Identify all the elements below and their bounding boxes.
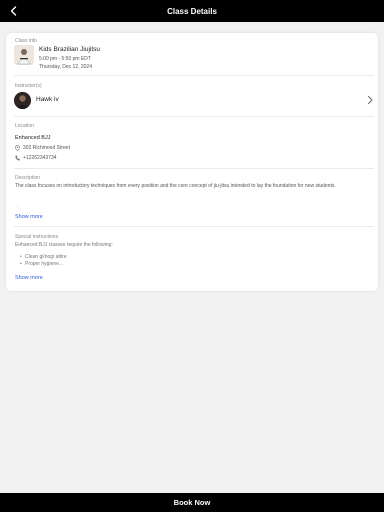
location-phone[interactable]: +12262343734 <box>15 155 57 161</box>
special-instructions-label: Special instructions <box>15 234 59 240</box>
page-title: Class Details <box>167 6 217 16</box>
address-text: 303 Richmond Street <box>23 145 70 151</box>
chevron-left-icon <box>10 6 16 16</box>
avatar <box>14 92 31 109</box>
class-name: Kids Brazilian Jiujitsu <box>39 46 101 53</box>
instructor-name: Hawk iv <box>36 96 59 103</box>
back-button[interactable] <box>6 3 20 19</box>
class-time: 5:00 pm - 5:50 pm EDT <box>39 56 91 62</box>
description-show-more-link[interactable]: Show more <box>15 214 43 220</box>
class-date: Thursday, Dec 12, 2024 <box>39 64 92 70</box>
list-item: Clean gi/nogi attire <box>20 254 67 261</box>
divider <box>14 116 374 117</box>
special-instructions-list: Clean gi/nogi attire Proper hygiene... <box>20 254 67 268</box>
instructor-row[interactable]: Hawk iv <box>14 91 374 109</box>
phone-icon <box>15 155 20 161</box>
location-address: 303 Richmond Street <box>15 145 70 151</box>
list-item: Proper hygiene... <box>20 261 67 268</box>
chevron-right-icon <box>368 96 373 104</box>
divider <box>14 75 374 76</box>
class-thumbnail <box>14 45 34 65</box>
class-details-card: Class info Kids Brazilian Jiujitsu 5:00 … <box>6 33 378 291</box>
special-instructions-text: Enhanced BJJ classes require the followi… <box>15 242 113 248</box>
top-bar: Class Details <box>0 0 384 22</box>
description-text: The class focuses on introductory techni… <box>15 183 336 189</box>
divider <box>14 226 374 227</box>
instructions-show-more-link[interactable]: Show more <box>15 275 43 281</box>
divider <box>14 168 374 169</box>
location-label: Location <box>15 123 34 129</box>
location-name: Enhanced BJJ <box>15 135 51 141</box>
map-pin-icon <box>15 145 20 151</box>
text-fade: … <box>15 203 20 209</box>
book-now-button[interactable]: Book Now <box>0 493 384 512</box>
instructors-label: Instructor(s) <box>15 83 42 89</box>
description-label: Description <box>15 175 41 181</box>
book-now-label: Book Now <box>173 498 211 507</box>
phone-text: +12262343734 <box>23 155 57 161</box>
class-info-label: Class info <box>15 38 37 44</box>
